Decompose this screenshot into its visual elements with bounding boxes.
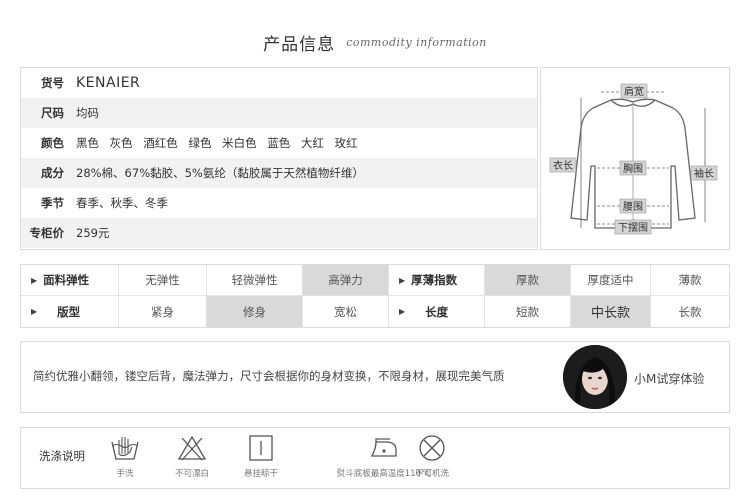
attr-option: 轻微弹性 <box>207 265 303 295</box>
attr-option-selected: 厚款 <box>485 265 571 295</box>
label-shoulder: 肩宽 <box>624 85 644 98</box>
info-label: 颜色 <box>41 136 64 150</box>
size-diagram: 肩宽 衣长 胸围 袖长 腰围 下摆围 <box>540 67 730 250</box>
care-caption: 悬挂晾干 <box>243 469 278 479</box>
info-row-item-number: 货号 KENAIER <box>21 68 537 98</box>
model-avatar <box>563 345 627 409</box>
description-text: 简约优雅小翻领，镂空后背，魔法弹力，尺寸会根据你的身材变换，不限身材，展现完美气… <box>33 369 505 383</box>
attr-option: 紧身 <box>119 296 207 327</box>
model-portrait-icon <box>563 345 627 409</box>
attr-option: 短款 <box>485 296 571 327</box>
info-value: KENAIER <box>76 75 141 91</box>
label-chest: 胸围 <box>623 162 643 175</box>
care-caption: 不可漂白 <box>174 469 209 479</box>
triangle-right-icon: ▶ <box>399 307 406 316</box>
attr-option: 长款 <box>678 304 702 319</box>
shirt-diagram-svg: 肩宽 衣长 胸围 袖长 腰围 下摆围 <box>549 83 718 235</box>
attr-option-selected: 中长款 <box>571 296 651 327</box>
description-panel: 简约优雅小翻领，镂空后背，魔法弹力，尺寸会根据你的身材变换，不限身材，展现完美气… <box>20 341 730 413</box>
attr-option: 厚度适中 <box>571 265 651 295</box>
care-caption: 不可机洗 <box>414 469 449 479</box>
attr-head-label: 厚薄指数 <box>411 273 458 287</box>
model-label: 小M试穿体验 <box>634 372 705 386</box>
attribute-row-1: ▶ 面料弹性 无弹性 轻微弹性 高弹力 ▶ 厚薄指数 厚款 厚度适中 薄款 <box>21 265 729 296</box>
color-option: 绿色 <box>188 136 212 150</box>
color-option: 酒红色 <box>143 136 178 150</box>
attr-option-selected: 高弹力 <box>303 265 389 295</box>
no-bleach-icon <box>177 435 207 461</box>
info-row-season: 季节 春季、秋季、冬季 <box>21 188 537 218</box>
care-item-no-bleach: 不可漂白 <box>152 434 232 479</box>
info-label: 尺码 <box>41 106 64 120</box>
attribute-row-2: ▶ 版型 紧身 修身 宽松 ▶ 长度 短款 中长款 长款 <box>21 296 729 327</box>
attr-head-thickness: ▶ 厚薄指数 <box>389 265 485 295</box>
info-row-size: 尺码 均码 <box>21 98 537 128</box>
triangle-right-icon: ▶ <box>31 307 38 316</box>
label-sleeve: 袖长 <box>694 167 714 180</box>
label-hem: 下摆围 <box>618 221 648 234</box>
info-row-color: 颜色 黑色 灰色 酒红色 绿色 米白色 蓝色 大红 玫红 <box>21 128 537 158</box>
color-option: 玫红 <box>334 136 358 150</box>
label-length: 衣长 <box>553 159 573 172</box>
attr-head-label: 版型 <box>57 304 81 319</box>
care-label: 洗涤说明 <box>39 449 85 463</box>
product-info-panel: 货号 KENAIER 尺码 均码 颜色 黑色 灰色 酒红色 绿色 米白色 蓝色 … <box>20 67 538 250</box>
color-option: 黑色 <box>76 136 99 150</box>
info-label: 专柜价 <box>29 226 65 240</box>
color-option: 大红 <box>300 136 324 150</box>
care-instructions-panel: 洗涤说明 手洗 不可漂白 悬挂晾干 熨斗底板最高温度110°C 不可机洗 <box>20 427 730 489</box>
label-waist: 腰围 <box>623 201 643 213</box>
attr-option-selected: 修身 <box>207 296 303 327</box>
attr-option: 宽松 <box>303 296 389 327</box>
attr-head-elastic: ▶ 面料弹性 <box>21 265 119 295</box>
info-value: 28%棉、67%黏胶、5%氨纶（黏胶属于天然植物纤维） <box>76 166 364 180</box>
no-machine-wash-icon <box>419 435 445 461</box>
info-label: 货号 <box>41 76 64 90</box>
attr-head-length: ▶ 长度 <box>389 296 485 327</box>
care-item-hang-dry: 悬挂晾干 <box>221 434 301 479</box>
hand-wash-icon <box>111 437 139 460</box>
info-value: 春季、秋季、冬季 <box>76 196 168 210</box>
attr-option: 无弹性 <box>119 265 207 295</box>
info-label: 季节 <box>41 196 64 210</box>
attr-head-fit: ▶ 版型 <box>21 296 119 327</box>
title-english: commodity information <box>346 36 487 49</box>
triangle-right-icon: ▶ <box>399 275 406 285</box>
color-option: 米白色 <box>222 136 257 150</box>
hang-dry-icon <box>249 435 273 461</box>
info-value: 均码 <box>76 106 99 120</box>
info-value: 259元 <box>76 226 110 240</box>
care-item-no-machine-wash: 不可机洗 <box>392 434 472 479</box>
title-chinese: 产品信息 <box>263 35 336 55</box>
color-option: 蓝色 <box>267 136 291 150</box>
info-row-material: 成分 28%棉、67%黏胶、5%氨纶（黏胶属于天然植物纤维） <box>21 158 537 188</box>
info-row-price: 专柜价 259元 <box>21 218 537 248</box>
color-option: 灰色 <box>109 136 133 150</box>
attribute-table: ▶ 面料弹性 无弹性 轻微弹性 高弹力 ▶ 厚薄指数 厚款 厚度适中 薄款 ▶ … <box>20 264 730 328</box>
info-label: 成分 <box>41 166 64 180</box>
attr-option: 薄款 <box>678 273 702 287</box>
section-title: 产品信息 commodity information <box>0 30 750 58</box>
attr-head-label: 面料弹性 <box>43 273 90 287</box>
triangle-right-icon: ▶ <box>31 275 38 285</box>
color-list: 黑色 灰色 酒红色 绿色 米白色 蓝色 大红 玫红 <box>76 135 365 151</box>
attr-head-label: 长度 <box>425 304 449 319</box>
